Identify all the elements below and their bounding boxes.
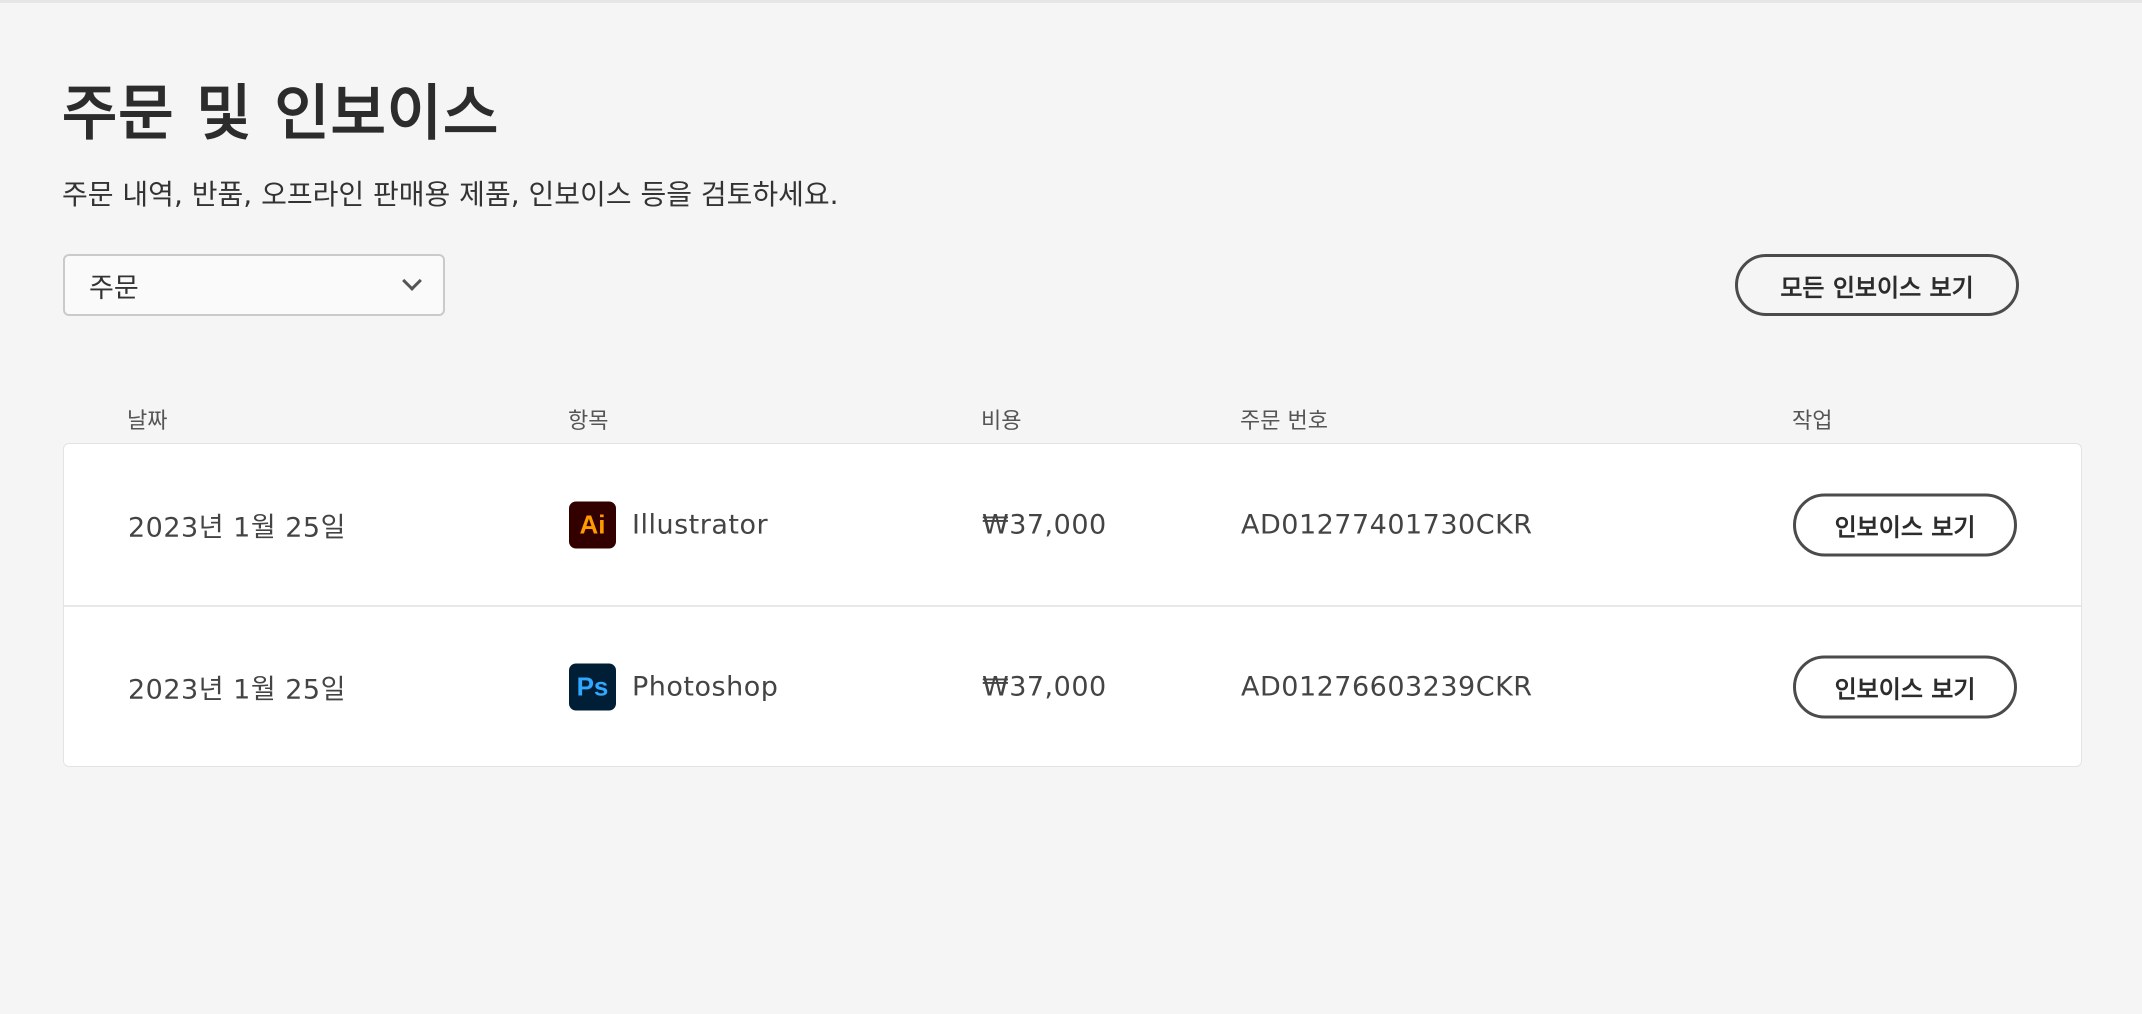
- header-action: 작업: [1792, 409, 1833, 434]
- order-cost: ₩37,000: [982, 509, 1107, 541]
- page-subtitle: 주문 내역, 반품, 오프라인 판매용 제품, 인보이스 등을 검토하세요.: [62, 178, 839, 211]
- header-cost: 비용: [981, 409, 1022, 434]
- orders-table: 2023년 1월 25일 Ai Illustrator ₩37,000 AD01…: [63, 443, 2082, 767]
- product-name: Illustrator: [632, 509, 769, 541]
- chevron-down-icon: [402, 271, 422, 291]
- view-invoice-button[interactable]: 인보이스 보기: [1793, 493, 2017, 557]
- order-cost: ₩37,000: [982, 671, 1107, 703]
- select-value: 주문: [89, 272, 139, 304]
- table-row: 2023년 1월 25일 Ai Illustrator ₩37,000 AD01…: [64, 444, 2081, 606]
- order-type-select[interactable]: 주문: [63, 254, 445, 316]
- view-all-invoices-button[interactable]: 모든 인보이스 보기: [1735, 254, 2019, 316]
- header-item: 항목: [568, 409, 609, 434]
- page-title: 주문 및 인보이스: [62, 79, 500, 149]
- order-number: AD01276603239CKR: [1241, 671, 1533, 703]
- view-invoice-button[interactable]: 인보이스 보기: [1793, 655, 2017, 719]
- illustrator-icon: Ai: [569, 501, 616, 549]
- order-date: 2023년 1월 25일: [128, 512, 346, 544]
- order-number: AD01277401730CKR: [1241, 509, 1533, 541]
- product-name: Photoshop: [632, 671, 779, 703]
- order-date: 2023년 1월 25일: [128, 674, 346, 706]
- table-row: 2023년 1월 25일 Ps Photoshop ₩37,000 AD0127…: [64, 605, 2081, 767]
- header-order-number: 주문 번호: [1240, 409, 1328, 434]
- header-date: 날짜: [127, 409, 168, 434]
- photoshop-icon: Ps: [569, 663, 616, 711]
